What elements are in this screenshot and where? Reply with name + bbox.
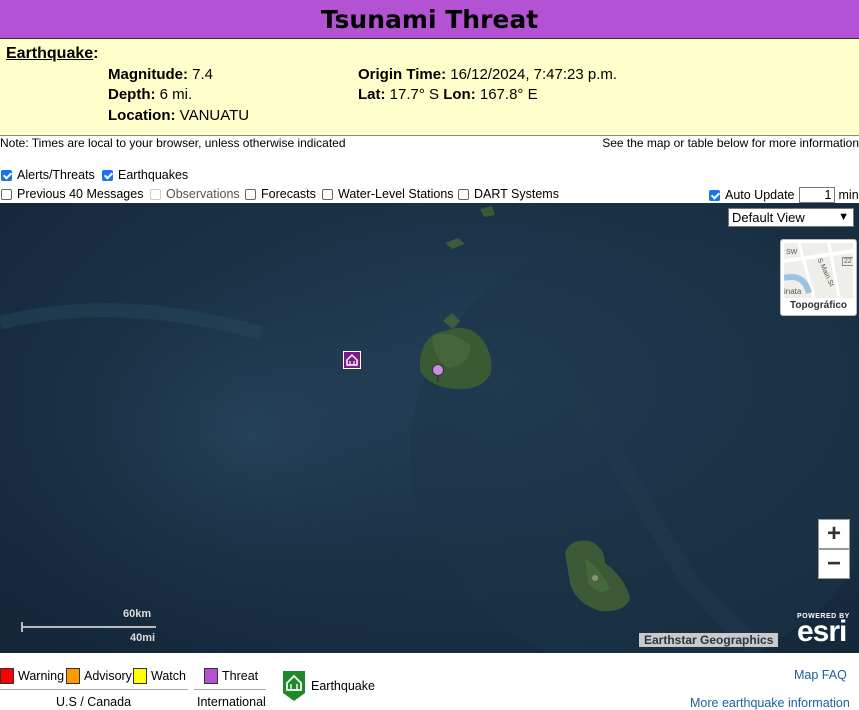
- esri-logo: POWERED BY esri: [797, 613, 850, 648]
- previous-messages-checkbox[interactable]: [1, 188, 12, 200]
- basemap-toggle[interactable]: SW S Main St inata 22 Topográfico: [780, 239, 857, 316]
- house-icon: [346, 353, 358, 366]
- zoom-out-button[interactable]: −: [818, 549, 850, 579]
- earthquake-legend-icon: [283, 671, 305, 701]
- map-faq-link[interactable]: Map FAQ: [794, 668, 847, 682]
- earthquake-heading: Earthquake:: [6, 45, 99, 62]
- auto-update-interval-input[interactable]: [798, 187, 835, 203]
- water-level-filter[interactable]: Water-Level Stations: [322, 187, 454, 201]
- forecasts-filter[interactable]: Forecasts: [245, 187, 316, 201]
- legend-threat: Threat: [204, 668, 258, 684]
- more-earthquake-info-link[interactable]: More earthquake information: [690, 696, 850, 710]
- threat-marker[interactable]: [343, 351, 361, 369]
- threat-swatch: [204, 668, 218, 684]
- zoom-in-button[interactable]: +: [818, 519, 850, 549]
- lat-lon-field: Lat: 17.7° S Lon: 167.8° E: [358, 86, 538, 103]
- legend-international: International: [197, 695, 266, 709]
- alerts-filter[interactable]: Alerts/Threats: [1, 168, 95, 182]
- water-level-checkbox[interactable]: [322, 188, 333, 200]
- legend-watch: Watch: [133, 668, 186, 684]
- basemap-label: Topográfico: [789, 300, 848, 311]
- page-title-bar: Tsunami Threat: [0, 0, 859, 39]
- earthquake-summary: Earthquake: Magnitude: 7.4 Depth: 6 mi. …: [0, 39, 859, 136]
- scale-bar: 60km 40mi: [20, 608, 160, 648]
- depth-field: Depth: 6 mi.: [108, 86, 193, 103]
- international-divider: [194, 689, 266, 690]
- legend-warning: Warning: [0, 668, 64, 684]
- timezone-note: Note: Times are local to your browser, u…: [0, 136, 346, 150]
- map-legend: Warning Advisory Watch U.S / Canada Thre…: [0, 653, 859, 710]
- more-info-note: See the map or table below for more info…: [602, 136, 859, 150]
- alerts-checkbox[interactable]: [1, 169, 12, 181]
- map-view[interactable]: Default View ▼ SW S Main St inata 22 Top…: [0, 203, 859, 653]
- observations-filter[interactable]: Observations: [150, 187, 240, 201]
- legend-advisory: Advisory: [66, 668, 132, 684]
- view-select[interactable]: Default View ▼: [728, 208, 854, 227]
- auto-update-control[interactable]: Auto Update min: [709, 187, 859, 203]
- earthquakes-filter[interactable]: Earthquakes: [102, 168, 188, 182]
- auto-update-checkbox[interactable]: [709, 189, 720, 201]
- island-north: [445, 238, 465, 249]
- dart-filter[interactable]: DART Systems: [458, 187, 559, 201]
- us-canada-divider: [0, 689, 188, 690]
- forecasts-checkbox[interactable]: [245, 188, 256, 200]
- page-title: Tsunami Threat: [320, 5, 539, 34]
- satellite-imagery: [0, 206, 859, 653]
- map-attribution: Earthstar Geographics: [639, 633, 779, 647]
- legend-us-canada: U.S / Canada: [56, 695, 132, 709]
- watch-swatch: [133, 668, 147, 684]
- earthquakes-checkbox[interactable]: [102, 169, 113, 181]
- legend-earthquake: Earthquake: [281, 669, 375, 703]
- location-field: Location: VANUATU: [108, 107, 250, 124]
- dart-checkbox[interactable]: [458, 188, 469, 200]
- magnitude-field: Magnitude: 7.4: [108, 66, 214, 83]
- origin-time-field: Origin Time: 16/12/2024, 7:47:23 p.m.: [358, 66, 618, 83]
- basemap-thumbnail: SW S Main St inata 22: [784, 243, 853, 298]
- previous-messages-filter[interactable]: Previous 40 Messages: [1, 187, 143, 201]
- observations-checkbox[interactable]: [150, 188, 161, 200]
- advisory-swatch: [66, 668, 80, 684]
- epicenter-pin-icon[interactable]: [431, 363, 445, 383]
- warning-swatch: [0, 668, 14, 684]
- chevron-down-icon: ▼: [838, 211, 849, 223]
